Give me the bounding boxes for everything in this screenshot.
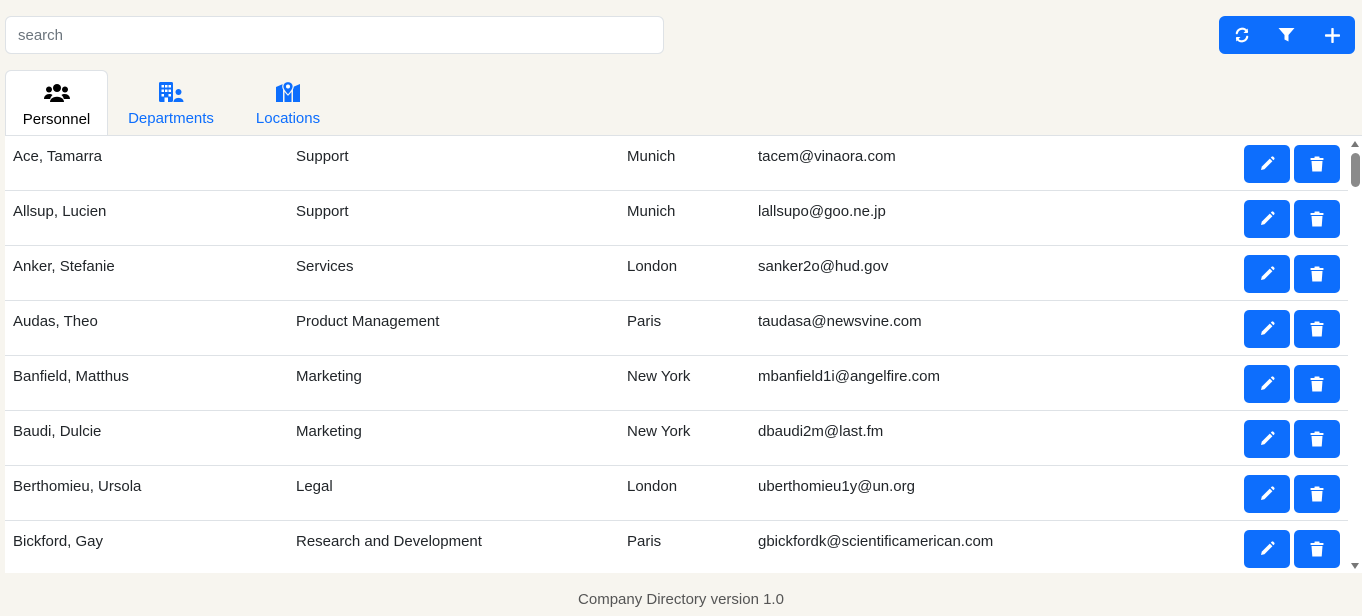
plus-icon: [1324, 27, 1340, 43]
personnel-rows: Ace, Tamarra Support Munich tacem@vinaora.c…: [5, 136, 1362, 573]
person-name: Baudi, Dulcie: [13, 423, 102, 440]
person-name: Allsup, Lucien: [13, 203, 107, 220]
scrollbar[interactable]: [1348, 136, 1362, 573]
table-row[interactable]: Audas, Theo Product Management Paris taudas…: [5, 301, 1348, 356]
person-name: Audas, Theo: [13, 313, 98, 330]
delete-button[interactable]: [1294, 420, 1340, 458]
tab-locations-label: Locations: [255, 110, 321, 127]
person-name: Banfield, Matthus: [13, 368, 129, 385]
person-location: London: [627, 258, 678, 275]
trash-icon: [1310, 486, 1324, 502]
person-department: Marketing: [296, 368, 362, 385]
tab-personnel-label: Personnel: [22, 111, 91, 128]
scroll-thumb[interactable]: [1351, 153, 1360, 187]
trash-icon: [1310, 376, 1324, 392]
toolbar-button-group: [1219, 16, 1355, 54]
pencil-icon: [1259, 156, 1275, 172]
filter-button[interactable]: [1264, 16, 1309, 54]
trash-icon: [1310, 211, 1324, 227]
person-location: New York: [627, 423, 691, 440]
edit-button[interactable]: [1244, 420, 1290, 458]
delete-button[interactable]: [1294, 475, 1340, 513]
person-email: gbickfordk@scientificamerican.com: [758, 533, 994, 550]
person-location: New York: [627, 368, 691, 385]
person-department: Support: [296, 203, 349, 220]
trash-icon: [1310, 321, 1324, 337]
edit-button[interactable]: [1244, 200, 1290, 238]
person-department: Product Management: [296, 313, 440, 330]
tab-departments[interactable]: Departments: [108, 70, 234, 136]
table-row[interactable]: Bickford, Gay Research and Development Par…: [5, 521, 1348, 573]
pencil-icon: [1259, 321, 1275, 337]
delete-button[interactable]: [1294, 310, 1340, 348]
person-location: Paris: [627, 533, 662, 550]
building-user-icon: [158, 80, 184, 104]
table-row[interactable]: Banfield, Matthus Marketing New York mbanfi…: [5, 356, 1348, 411]
delete-button[interactable]: [1294, 530, 1340, 568]
person-email: sanker2o@hud.gov: [758, 258, 889, 275]
pencil-icon: [1259, 541, 1275, 557]
pencil-icon: [1259, 376, 1275, 392]
person-name: Anker, Stefanie: [13, 258, 115, 275]
pencil-icon: [1259, 486, 1275, 502]
pencil-icon: [1259, 431, 1275, 447]
filter-icon: [1278, 28, 1295, 42]
pencil-icon: [1259, 211, 1275, 227]
person-department: Services: [296, 258, 354, 275]
person-location: Paris: [627, 313, 662, 330]
person-email: taudasa@newsvine.com: [758, 313, 922, 330]
person-name: Ace, Tamarra: [13, 148, 102, 165]
edit-button[interactable]: [1244, 365, 1290, 403]
table-row[interactable]: Anker, Stefanie Services London sanker2o@hu…: [5, 246, 1348, 301]
person-email: dbaudi2m@last.fm: [758, 423, 884, 440]
edit-button[interactable]: [1244, 475, 1290, 513]
edit-button[interactable]: [1244, 145, 1290, 183]
edit-button[interactable]: [1244, 255, 1290, 293]
delete-button[interactable]: [1294, 145, 1340, 183]
table-row[interactable]: Baudi, Dulcie Marketing New York dbaudi2m@l…: [5, 411, 1348, 466]
tab-bar: Personnel Departments Locations: [5, 70, 342, 137]
map-location-icon: [275, 80, 301, 104]
delete-button[interactable]: [1294, 255, 1340, 293]
pencil-icon: [1259, 266, 1275, 282]
table-row[interactable]: Ace, Tamarra Support Munich tacem@vinaora.c…: [5, 136, 1348, 191]
person-email: uberthomieu1y@un.org: [758, 478, 915, 495]
person-name: Berthomieu, Ursola: [13, 478, 142, 495]
tab-locations[interactable]: Locations: [234, 70, 342, 136]
tab-departments-label: Departments: [128, 110, 214, 127]
trash-icon: [1310, 156, 1324, 172]
refresh-icon: [1235, 27, 1248, 43]
personnel-table: Ace, Tamarra Support Munich tacem@vinaora.c…: [5, 135, 1362, 573]
scroll-up-arrow[interactable]: [1351, 141, 1359, 147]
delete-button[interactable]: [1294, 200, 1340, 238]
person-department: Research and Development: [296, 533, 482, 550]
person-location: London: [627, 478, 678, 495]
users-icon: [43, 81, 70, 105]
person-location: Munich: [627, 148, 676, 165]
tab-personnel[interactable]: Personnel: [5, 70, 108, 137]
refresh-button[interactable]: [1219, 16, 1264, 54]
edit-button[interactable]: [1244, 530, 1290, 568]
scroll-down-arrow[interactable]: [1351, 563, 1359, 569]
person-email: tacem@vinaora.com: [758, 148, 896, 165]
search-input[interactable]: [5, 16, 664, 54]
person-location: Munich: [627, 203, 676, 220]
person-email: lallsupo@goo.ne.jp: [758, 203, 886, 220]
person-email: mbanfield1i@angelfire.com: [758, 368, 940, 385]
table-row[interactable]: Berthomieu, Ursola Legal London uberthomieu…: [5, 466, 1348, 521]
edit-button[interactable]: [1244, 310, 1290, 348]
footer-version: Company Directory version 1.0: [578, 591, 784, 608]
person-department: Legal: [296, 478, 333, 495]
trash-icon: [1310, 266, 1324, 282]
trash-icon: [1310, 541, 1324, 557]
add-button[interactable]: [1310, 16, 1355, 54]
person-name: Bickford, Gay: [13, 533, 104, 550]
trash-icon: [1310, 431, 1324, 447]
delete-button[interactable]: [1294, 365, 1340, 403]
person-department: Support: [296, 148, 349, 165]
person-department: Marketing: [296, 423, 362, 440]
table-row[interactable]: Allsup, Lucien Support Munich lallsupo@goo.…: [5, 191, 1348, 246]
